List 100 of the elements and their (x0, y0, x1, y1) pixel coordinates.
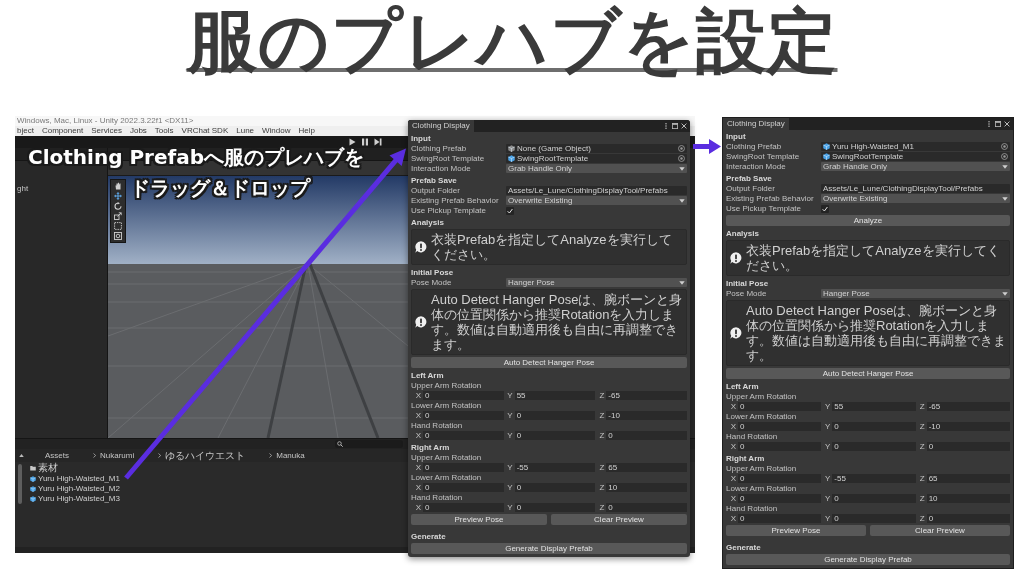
menu-item[interactable]: VRChat SDK (181, 126, 229, 136)
number-field[interactable]: 0 (606, 431, 687, 440)
object-field[interactable]: SwingRootTemplate (506, 154, 687, 163)
number-field[interactable]: 55 (514, 391, 596, 400)
number-field[interactable]: 0 (514, 503, 596, 512)
button[interactable]: Clear Preview (551, 514, 687, 525)
number-field[interactable]: -10 (926, 422, 1010, 431)
menu-item[interactable]: Services (91, 126, 122, 136)
close-icon[interactable] (1004, 121, 1010, 127)
rotate-icon[interactable] (114, 202, 122, 210)
checkbox[interactable] (506, 206, 514, 215)
number-field[interactable]: 10 (926, 494, 1010, 503)
hierarchy-item[interactable]: ght (17, 184, 29, 194)
button[interactable]: Clear Preview (870, 525, 1010, 536)
number-field[interactable]: 0 (926, 442, 1010, 451)
number-field[interactable]: 0 (832, 514, 916, 523)
checkbox[interactable] (821, 204, 829, 213)
text-field[interactable]: Assets/Le_Lune/ClothingDisplayTool/Prefabs (506, 186, 687, 195)
number-field[interactable]: 0 (423, 503, 504, 512)
number-field[interactable]: 55 (832, 402, 916, 411)
play-icon[interactable] (348, 138, 356, 146)
number-field[interactable]: -10 (606, 411, 687, 420)
chevron-icon (157, 453, 163, 458)
menu-item[interactable]: Help (298, 126, 315, 136)
number-field[interactable]: 0 (832, 494, 916, 503)
button[interactable]: Auto Detect Hanger Pose (411, 357, 687, 368)
window-tab[interactable]: Clothing Display (408, 120, 474, 132)
button[interactable]: Preview Pose (411, 514, 547, 525)
caret-icon[interactable] (19, 453, 24, 458)
button[interactable]: Generate Display Prefab (726, 554, 1010, 565)
number-field[interactable]: 0 (832, 422, 916, 431)
dropdown[interactable]: Grab Handle Only (821, 162, 1010, 171)
menu-item[interactable]: Window (262, 126, 291, 136)
number-field[interactable]: -65 (606, 391, 687, 400)
circle-in-square-icon[interactable] (114, 232, 122, 240)
axis-label: Z (918, 514, 926, 523)
number-field[interactable]: 0 (423, 431, 504, 440)
number-field[interactable]: 0 (738, 514, 822, 523)
menu-item[interactable]: Component (41, 126, 84, 136)
number-field[interactable]: 0 (926, 514, 1010, 523)
button[interactable]: Analyze (726, 215, 1010, 226)
number-field[interactable]: 65 (926, 474, 1010, 483)
dropdown[interactable]: Hanger Pose (506, 278, 687, 287)
object-field[interactable]: None (Game Object) (506, 144, 687, 153)
number-field[interactable]: 0 (738, 402, 822, 411)
number-field[interactable]: 0 (738, 442, 822, 451)
number-field[interactable]: 0 (606, 503, 687, 512)
search-field[interactable] (335, 440, 403, 448)
dropdown[interactable]: Hanger Pose (821, 289, 1010, 298)
number-field[interactable]: 0 (423, 391, 504, 400)
number-field[interactable]: 0 (423, 483, 504, 492)
move-icon[interactable] (114, 192, 122, 200)
number-field[interactable]: -65 (926, 402, 1010, 411)
number-field[interactable]: 0 (423, 411, 504, 420)
asset-name[interactable]: 素材 (38, 462, 58, 474)
breadcrumb-link[interactable]: Assets (45, 451, 69, 460)
breadcrumb-link[interactable]: Nukarumi (100, 451, 135, 460)
dropdown[interactable]: Grab Handle Only (506, 164, 687, 173)
object-field[interactable]: SwingRootTemplate (821, 152, 1010, 161)
dashed-square-icon[interactable] (114, 222, 122, 230)
number-field[interactable]: 0 (738, 422, 822, 431)
menu-item[interactable]: Jobs (129, 126, 147, 136)
number-field[interactable]: 0 (738, 494, 822, 503)
maximize-icon[interactable] (995, 121, 1001, 127)
resize-icon[interactable] (114, 212, 122, 220)
number-field[interactable]: 0 (832, 442, 916, 451)
asset-name[interactable]: Yuru High-Waisted_M1 (38, 474, 120, 484)
button[interactable]: Preview Pose (726, 525, 866, 536)
menu-item[interactable]: Tools (154, 126, 174, 136)
close-icon[interactable] (681, 123, 687, 129)
number-field[interactable]: -55 (832, 474, 916, 483)
dropdown[interactable]: Overwrite Existing (821, 194, 1010, 203)
number-field[interactable]: 10 (606, 483, 687, 492)
more-icon[interactable] (986, 121, 992, 127)
asset-name[interactable]: Yuru High-Waisted_M2 (38, 484, 120, 494)
number-field[interactable]: 0 (423, 463, 504, 472)
button[interactable]: Auto Detect Hanger Pose (726, 368, 1010, 379)
menu-item[interactable]: bject (17, 126, 34, 136)
scrollbar[interactable] (18, 464, 22, 504)
breadcrumb-link[interactable]: ゆるハイウエスト (165, 448, 246, 463)
maximize-icon[interactable] (672, 123, 678, 129)
number-field[interactable]: 65 (606, 463, 687, 472)
pause-icon[interactable] (361, 138, 369, 146)
asset-name[interactable]: Yuru High-Waisted_M3 (38, 494, 120, 504)
number-field[interactable]: 0 (514, 431, 596, 440)
button[interactable]: Generate Display Prefab (411, 543, 687, 554)
object-field[interactable]: Yuru High-Waisted_M1 (821, 142, 1010, 151)
window-tab[interactable]: Clothing Display (723, 118, 789, 130)
axis-label: Y (506, 431, 514, 440)
dropdown[interactable]: Overwrite Existing (506, 196, 687, 205)
menu-item[interactable]: Lune (236, 126, 255, 136)
text-field[interactable]: Assets/Le_Lune/ClothingDisplayTool/Prefabs (821, 184, 1010, 193)
skip-icon[interactable] (374, 138, 382, 146)
hand-icon[interactable] (114, 182, 122, 190)
number-field[interactable]: 0 (514, 483, 596, 492)
number-field[interactable]: -55 (514, 463, 596, 472)
number-field[interactable]: 0 (514, 411, 596, 420)
number-field[interactable]: 0 (738, 474, 822, 483)
breadcrumb-link[interactable]: Manuka (276, 451, 305, 460)
more-icon[interactable] (663, 123, 669, 129)
